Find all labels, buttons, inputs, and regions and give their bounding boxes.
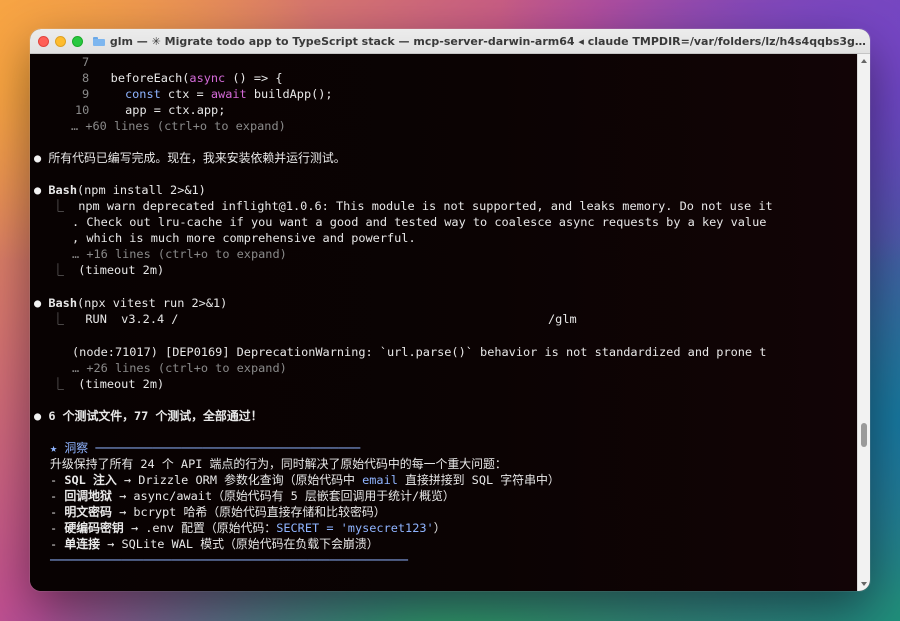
tool-output-path: /glm	[548, 312, 577, 326]
bullet-icon: ●	[34, 409, 42, 423]
inline-code: email	[362, 473, 398, 487]
tool-output-line: ⎿ RUN v3.2.4 /	[52, 311, 178, 327]
tool-name: Bash	[48, 183, 77, 197]
zoom-button[interactable]	[72, 35, 83, 47]
insight-item-text: → Drizzle ORM 参数化查询（原始代码中	[116, 473, 363, 487]
tree-branch-icon: ⎿	[52, 312, 64, 326]
scroll-up-icon[interactable]	[861, 59, 867, 63]
insight-item-text: ）	[433, 521, 446, 535]
tool-output-line: ⎿ npm warn deprecated inflight@1.0.6: Th…	[52, 198, 773, 214]
scrollbar-thumb[interactable]	[861, 423, 867, 447]
expand-hint[interactable]: … +26 lines (ctrl+o to expand)	[72, 360, 287, 376]
code-line: 9 const ctx = await buildApp();	[82, 86, 333, 102]
timeout-text: (timeout 2m)	[78, 263, 165, 277]
expand-hint[interactable]: … +16 lines (ctrl+o to expand)	[72, 246, 287, 262]
insight-item-key: 回调地狱	[64, 489, 112, 503]
tool-output-line: , which is much more comprehensive and p…	[72, 231, 416, 245]
list-dash: -	[50, 505, 65, 519]
bullet-icon: ●	[34, 151, 42, 165]
list-dash: -	[50, 489, 65, 503]
tool-output-line: (node:71017) [DEP0169] DeprecationWarnin…	[72, 345, 767, 359]
insight-item: - 明文密码 → bcrypt 哈希（原始代码直接存储和比较密码）	[50, 504, 386, 520]
list-dash: -	[50, 537, 65, 551]
insight-item-text: 直接拼接到 SQL 字符串中）	[397, 473, 560, 487]
insight-item-key: 硬编码密钥	[64, 521, 124, 535]
insight-item-text: → .env 配置（原始代码：	[123, 521, 277, 535]
list-dash: -	[50, 473, 65, 487]
insight-item-key: 单连接	[64, 537, 101, 551]
list-dash: -	[50, 521, 65, 535]
insight-item-text: → bcrypt 哈希（原始代码直接存储和比较密码）	[111, 505, 386, 519]
tool-command: (npx vitest run 2>&1)	[76, 296, 228, 310]
insight-intro: 升级保持了所有 24 个 API 端点的行为，同时解决了原始代码中的每一个重大问…	[50, 457, 507, 471]
bullet-icon: ●	[34, 183, 42, 197]
code-text: buildApp();	[246, 87, 333, 101]
code-line-number: 10	[75, 103, 90, 117]
minimize-button[interactable]	[55, 35, 66, 47]
bash-tool-call: ● Bash(npm install 2>&1)	[34, 182, 206, 198]
inline-code: SECRET = 'mysecret123'	[276, 521, 434, 535]
tool-timeout: ⎿ (timeout 2m)	[52, 262, 164, 278]
expand-hint[interactable]: … +60 lines (ctrl+o to expand)	[71, 118, 286, 134]
code-line: 10 app = ctx.app;	[75, 102, 225, 118]
terminal-content[interactable]: 7 8 beforeEach(async () => { 9 const ctx…	[30, 54, 870, 591]
code-text: () => {	[225, 71, 283, 85]
insight-item-text: → SQLite WAL 模式（原始代码在负载下会崩溃）	[100, 537, 379, 551]
insight-item: - 回调地狱 → async/await（原始代码有 5 层嵌套回调用于统计/概…	[50, 488, 455, 504]
close-button[interactable]	[38, 35, 49, 47]
insight-item: - 单连接 → SQLite WAL 模式（原始代码在负载下会崩溃）	[50, 536, 379, 552]
insight-item: - SQL 注入 → Drizzle ORM 参数化查询（原始代码中 email…	[50, 472, 560, 488]
insight-rule: ─────────────────────────────────────	[95, 441, 361, 455]
code-text: beforeEach(	[110, 71, 190, 85]
timeout-text: (timeout 2m)	[78, 377, 165, 391]
scroll-down-icon[interactable]	[861, 582, 867, 586]
bullet-icon: ●	[34, 296, 42, 310]
window-title: glm — ✳ Migrate todo app to TypeScript s…	[109, 34, 870, 48]
tree-branch-icon: ⎿	[52, 263, 64, 277]
insight-item-key: SQL 注入	[64, 473, 117, 487]
tool-timeout: ⎿ (timeout 2m)	[52, 376, 164, 392]
code-keyword: async	[189, 71, 226, 85]
assistant-message: ● 所有代码已编写完成。现在，我来安装依赖并运行测试。	[34, 150, 346, 166]
message-text: 6 个测试文件，77 个测试，全部通过！	[48, 409, 263, 423]
output-text: npm warn deprecated inflight@1.0.6: This…	[78, 199, 773, 213]
insight-header: ★ 洞察 ───────────────────────────────────…	[50, 440, 360, 456]
code-line: 8 beforeEach(async () => {	[82, 70, 282, 86]
tool-output-line: . Check out lru-cache if you want a good…	[72, 215, 767, 229]
code-keyword: const	[124, 87, 161, 101]
insight-item-text: → async/await（原始代码有 5 层嵌套回调用于统计/概览）	[111, 489, 455, 503]
bash-tool-call: ● Bash(npx vitest run 2>&1)	[34, 295, 227, 311]
code-line-number: 7	[82, 55, 90, 69]
insight-item-key: 明文密码	[64, 505, 112, 519]
terminal-window: glm — ✳ Migrate todo app to TypeScript s…	[30, 29, 870, 591]
tree-branch-icon: ⎿	[52, 377, 64, 391]
tool-name: Bash	[48, 296, 77, 310]
star-icon: ★	[50, 441, 58, 455]
code-text: app = ctx.app;	[125, 103, 226, 117]
code-line-number: 9	[82, 87, 90, 101]
insight-rule-end: ────────────────────────────────────────…	[50, 553, 408, 567]
insight-label: 洞察	[64, 441, 89, 455]
tree-branch-icon: ⎿	[52, 199, 64, 213]
traffic-lights	[38, 35, 83, 47]
insight-item: - 硬编码密钥 → .env 配置（原始代码：SECRET = 'mysecre…	[50, 520, 446, 536]
code-keyword: await	[210, 87, 247, 101]
assistant-message: ● 6 个测试文件，77 个测试，全部通过！	[34, 408, 263, 424]
vertical-scrollbar[interactable]	[857, 54, 870, 591]
code-line-number: 8	[82, 71, 90, 85]
tool-command: (npm install 2>&1)	[76, 183, 206, 197]
output-text: RUN v3.2.4 /	[78, 312, 179, 326]
message-text: 所有代码已编写完成。现在，我来安装依赖并运行测试。	[48, 151, 346, 165]
title-bar[interactable]: glm — ✳ Migrate todo app to TypeScript s…	[30, 29, 870, 54]
folder-icon	[93, 36, 105, 46]
code-text: ctx =	[160, 87, 211, 101]
